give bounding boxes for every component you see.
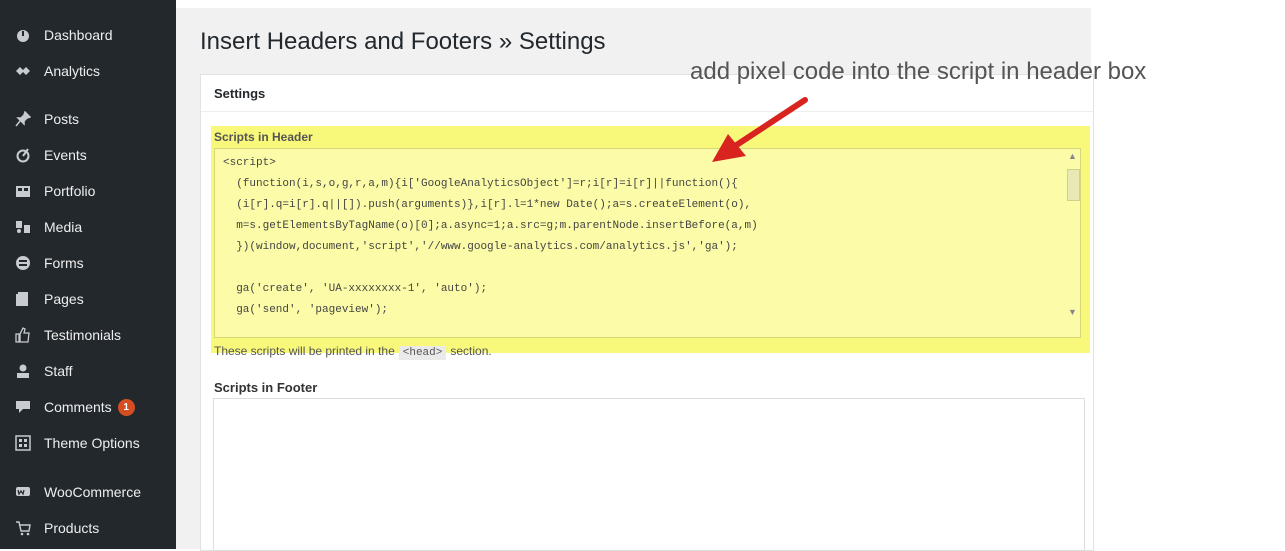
scripts-in-header-textarea[interactable]: <script> (function(i,s,o,g,r,a,m){i['Goo…: [214, 148, 1081, 338]
comment-icon: [15, 399, 31, 415]
header-code-text: <script> (function(i,s,o,g,r,a,m){i['Goo…: [223, 157, 758, 316]
sidebar-item-analytics[interactable]: Analytics: [0, 54, 176, 88]
sidebar-item-label: Products: [44, 520, 100, 536]
annotation-arrow-icon: [712, 97, 808, 162]
sidebar-item-label: Pages: [44, 291, 84, 307]
sidebar-item-events[interactable]: Events: [0, 138, 176, 172]
dashboard-icon: [15, 27, 31, 43]
scripts-in-header-label: Scripts in Header: [214, 130, 313, 144]
sidebar-item-comments[interactable]: Comments 1: [0, 390, 176, 424]
sidebar-item-label: Media: [44, 219, 83, 235]
sidebar-item-pages[interactable]: Pages: [0, 282, 176, 316]
sidebar-item-label: Events: [44, 147, 87, 163]
sidebar-item-label: Comments: [44, 399, 112, 415]
scroll-up-icon[interactable]: ▲: [1068, 151, 1077, 161]
pages-icon: [15, 291, 31, 307]
settings-card-title: Settings: [214, 86, 266, 101]
user-icon: [15, 363, 31, 379]
sidebar-item-forms[interactable]: Forms: [0, 246, 176, 280]
sidebar-item-label: Portfolio: [44, 183, 96, 199]
scroll-down-icon[interactable]: ▼: [1068, 307, 1077, 317]
sidebar-item-testimonials[interactable]: Testimonials: [0, 318, 176, 352]
sidebar-item-label: Staff: [44, 363, 73, 379]
cart-icon: [15, 520, 31, 536]
analytics-icon: [15, 63, 31, 79]
forms-icon: [15, 255, 31, 271]
sidebar-item-theme-options[interactable]: Theme Options: [0, 426, 176, 460]
sidebar-item-label: Analytics: [44, 63, 101, 79]
sidebar-item-label: WooCommerce: [44, 484, 141, 500]
sidebar-item-label: Theme Options: [44, 435, 140, 451]
pin-icon: [15, 111, 31, 127]
sidebar-item-products[interactable]: Products: [0, 511, 176, 545]
comments-count-badge: 1: [117, 398, 135, 416]
sidebar-item-woocommerce[interactable]: WooCommerce: [0, 475, 176, 509]
scripts-in-footer-label: Scripts in Footer: [214, 380, 318, 395]
events-icon: [15, 147, 31, 163]
admin-sidebar: Dashboard Analytics Posts Events Portfol…: [0, 0, 176, 549]
sidebar-item-portfolio[interactable]: Portfolio: [0, 174, 176, 208]
thumbs-up-icon: [15, 327, 31, 343]
annotation-text: add pixel code into the script in header…: [690, 58, 1147, 85]
scrollbar-thumb[interactable]: [1067, 169, 1080, 201]
page-title: Insert Headers and Footers » Settings: [200, 28, 606, 55]
header-scripts-description: These scripts will be printed in the <hea…: [214, 344, 492, 360]
sidebar-item-media[interactable]: Media: [0, 210, 176, 244]
sidebar-item-label: Dashboard: [44, 27, 113, 43]
scripts-in-footer-textarea[interactable]: [213, 398, 1085, 551]
sidebar-item-dashboard[interactable]: Dashboard: [0, 18, 176, 52]
sidebar-item-staff[interactable]: Staff: [0, 354, 176, 388]
woocommerce-icon: [15, 484, 31, 500]
head-tag-code: <head>: [398, 346, 447, 360]
sidebar-item-posts[interactable]: Posts: [0, 102, 176, 136]
portfolio-icon: [15, 183, 31, 199]
media-icon: [15, 219, 31, 235]
textarea-scrollbar[interactable]: ▲ ▼: [1064, 149, 1080, 337]
theme-options-icon: [15, 435, 31, 451]
sidebar-item-label: Testimonials: [44, 327, 122, 343]
sidebar-item-label: Posts: [44, 111, 80, 127]
sidebar-item-label: Forms: [44, 255, 84, 271]
